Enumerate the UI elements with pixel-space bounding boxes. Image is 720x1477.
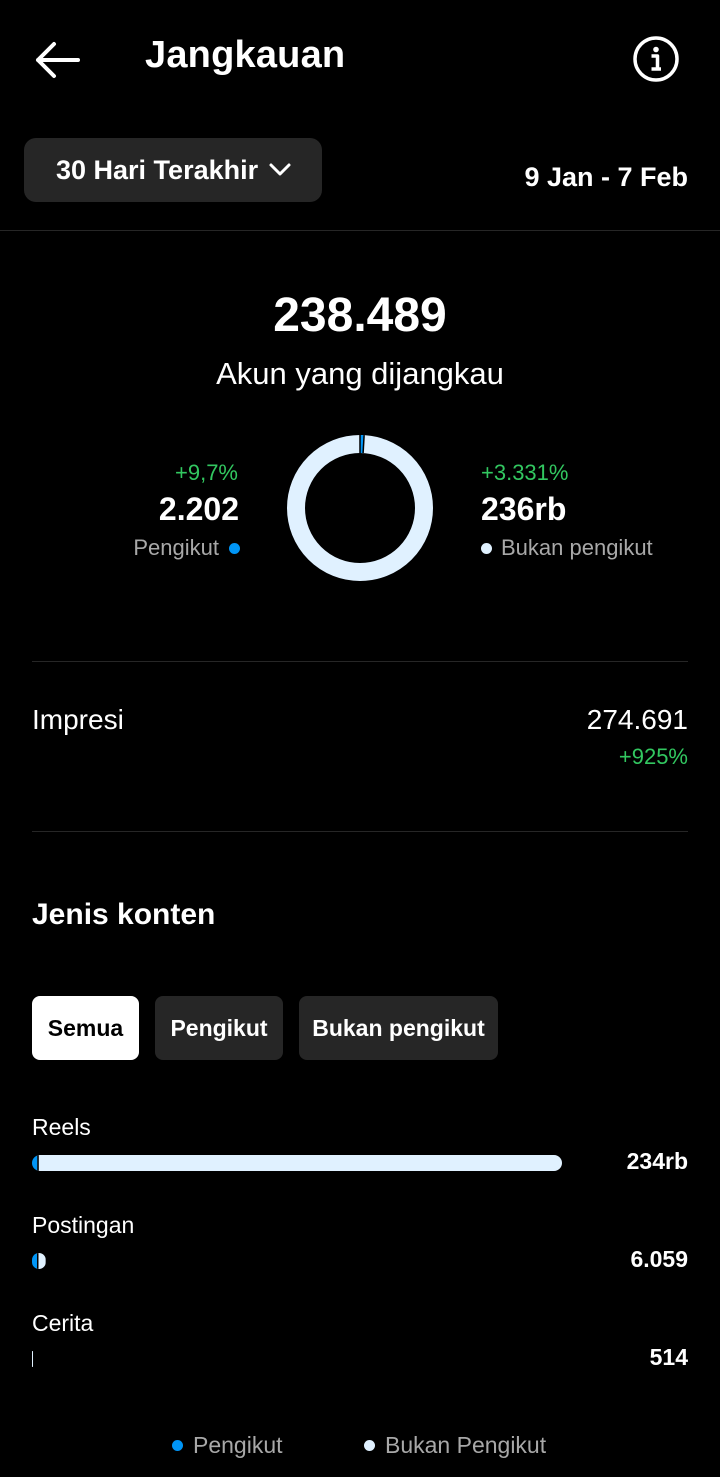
followers-bar-segment (32, 1253, 37, 1269)
reach-donut-chart (287, 435, 433, 581)
reels-label: Reels (32, 1114, 91, 1140)
date-range-dropdown[interactable]: 30 Hari Terakhir (24, 138, 322, 202)
impressions-change: +925% (618, 744, 688, 769)
info-button[interactable] (632, 35, 680, 83)
content-type-title: Jenis konten (32, 898, 216, 931)
legend-followers-label: Pengikut (193, 1432, 283, 1458)
accounts-reached-label: Akun yang dijangkau (216, 356, 504, 391)
arrow-left-icon (36, 42, 80, 78)
non-followers-reach-value: 236rb (481, 491, 567, 527)
followers-legend: Pengikut (133, 535, 240, 561)
tab-followers[interactable]: Pengikut (155, 996, 283, 1060)
stories-bar (32, 1351, 34, 1367)
impressions-value: 274.691 (586, 704, 688, 735)
tab-all[interactable]: Semua (32, 996, 139, 1060)
impressions-label: Impresi (32, 704, 124, 735)
non-followers-bar-segment (32, 1351, 34, 1367)
followers-bar-segment (32, 1155, 38, 1171)
followers-change: +9,7% (175, 460, 238, 485)
bar-segment-gap (37, 1253, 39, 1269)
followers-reach-value: 2.202 (158, 491, 239, 527)
followers-dot (229, 542, 240, 554)
back-button[interactable] (30, 38, 82, 82)
donut-gap (362, 435, 365, 454)
reels-bar (32, 1155, 562, 1171)
posts-label: Postingan (32, 1212, 135, 1238)
non-followers-bar-segment (37, 1155, 562, 1171)
non-followers-change: +3.331% (481, 460, 569, 485)
page-title: Jangkauan (145, 34, 346, 76)
info-circle-icon (633, 36, 679, 82)
stories-value: 514 (649, 1344, 688, 1370)
legend-non-followers: Bukan Pengikut (364, 1432, 546, 1459)
reels-value: 234rb (626, 1148, 688, 1174)
tab-non-followers[interactable]: Bukan pengikut (299, 996, 498, 1060)
tab-followers-label: Pengikut (170, 1014, 268, 1041)
non-followers-ring (287, 435, 433, 581)
divider (0, 230, 720, 231)
legend-non-followers-dot (364, 1440, 375, 1451)
followers-label: Pengikut (133, 535, 219, 560)
divider (32, 661, 688, 662)
legend-followers-dot (172, 1440, 183, 1451)
accounts-reached-count: 238.489 (273, 289, 447, 342)
tab-non-followers-label: Bukan pengikut (312, 1014, 485, 1041)
posts-bar (32, 1253, 46, 1269)
posts-value: 6.059 (630, 1246, 688, 1272)
non-followers-dot (481, 542, 492, 554)
stories-label: Cerita (32, 1310, 94, 1336)
divider (32, 831, 688, 832)
date-range-text: 9 Jan - 7 Feb (524, 162, 688, 192)
chevron-down-icon (269, 163, 291, 176)
legend-followers: Pengikut (172, 1432, 283, 1459)
tab-all-label: Semua (47, 1014, 124, 1041)
date-range-dropdown-label: 30 Hari Terakhir (56, 154, 259, 185)
non-followers-legend: Bukan pengikut (481, 535, 653, 561)
bar-segment-gap (37, 1155, 39, 1171)
non-followers-label: Bukan pengikut (501, 535, 653, 560)
legend-non-followers-label: Bukan Pengikut (385, 1432, 547, 1458)
